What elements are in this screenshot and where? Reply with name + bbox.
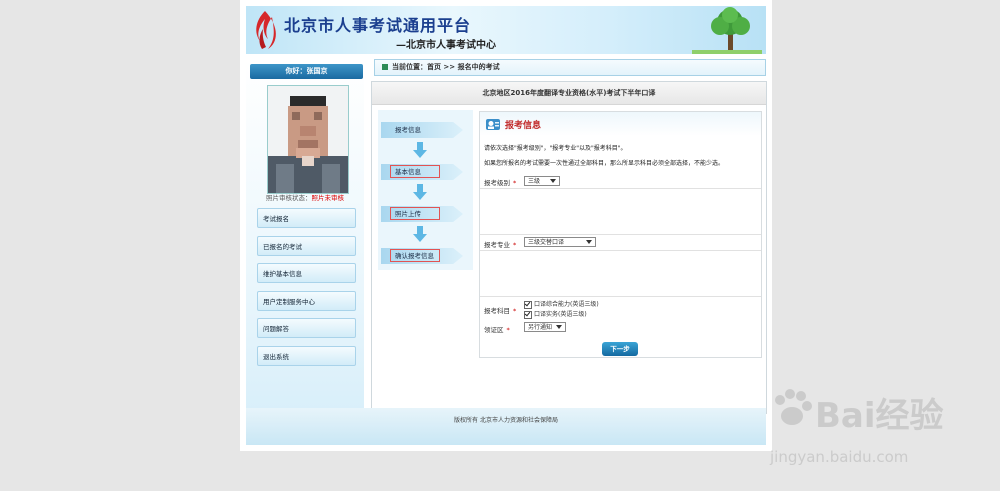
step-photo-upload: 照片上传 xyxy=(381,206,463,222)
exam-title: 北京地区2016年度翻译专业资格(水平)考试下半年口译 xyxy=(372,82,766,105)
breadcrumb: 当前位置：首页 >> 报名中的考试 xyxy=(374,59,766,76)
instruction-text-2: 如果您所报名的考试需要一次性通过全部科目，那么所显示科目必须全部选择，不能少选。 xyxy=(484,160,725,167)
menu-logout[interactable]: 退出系统 xyxy=(257,346,356,366)
watermark: Bai经验 jingyan.baidu.com xyxy=(770,380,995,490)
tree-illustration-icon xyxy=(692,7,762,54)
step-label: 照片上传 xyxy=(395,210,421,218)
step-confirm: 确认报考信息 xyxy=(381,248,463,264)
photo-status: 照片审核状态：照片未审核 xyxy=(266,192,356,202)
checkbox-checked-icon[interactable] xyxy=(524,300,532,309)
watermark-url: jingyan.baidu.com xyxy=(770,448,909,466)
user-photo xyxy=(267,85,349,194)
subject-label: 报考科目 * xyxy=(484,305,516,315)
menu-registered-exams[interactable]: 已报名的考试 xyxy=(257,236,356,256)
photo-status-label: 照片审核状态： xyxy=(266,194,312,202)
step-exam-info: 报考信息 xyxy=(381,122,463,138)
major-select-value: 三级交替口译 xyxy=(528,239,565,246)
site-header: 北京市人事考试通用平台 —北京市人事考试中心 xyxy=(246,6,766,54)
region-select[interactable]: 另行通知 xyxy=(524,322,566,332)
step-label: 基本信息 xyxy=(395,168,421,176)
chevron-down-icon xyxy=(550,179,556,183)
site-subtitle: —北京市人事考试中心 xyxy=(396,40,496,51)
menu-exam-registration[interactable]: 考试报名 xyxy=(257,208,356,228)
subject-option-label: 口译实务(英语三级) xyxy=(534,311,587,318)
major-area xyxy=(480,250,761,297)
step-label: 确认报考信息 xyxy=(395,252,434,260)
level-select-value: 三级 xyxy=(528,178,541,185)
form-title: 报考信息 xyxy=(505,121,542,131)
level-label: 报考级别 * xyxy=(484,177,516,187)
breadcrumb-path[interactable]: 首页 >> 报名中的考试 xyxy=(427,63,500,71)
chevron-down-icon xyxy=(556,325,562,329)
registration-form: 报考信息 请依次选择"报考级别"，"报考专业"以及"报考科目"。 如果您所报名的… xyxy=(479,111,762,358)
breadcrumb-prefix: 当前位置： xyxy=(392,63,427,71)
greeting-bar: 你好：张国京 xyxy=(250,64,363,79)
sidebar: 你好：张国京 照片审核状态：照片未审核 考试报名 已报名的考试 维护基本信息 用… xyxy=(246,60,364,445)
subject-option-label: 口译综合能力(英语三级) xyxy=(534,301,599,308)
arrow-down-icon xyxy=(413,184,427,200)
step-indicator: 报考信息 基本信息 照片上传 确认报考信息 xyxy=(378,110,473,270)
subject-label-text: 报考科目 xyxy=(484,307,510,315)
required-mark: * xyxy=(513,241,517,249)
menu-faq[interactable]: 问题解答 xyxy=(257,318,356,338)
form-header: 报考信息 xyxy=(480,112,761,136)
copyright-text: 版权所有 北京市人力资源和社会保障局 xyxy=(454,417,558,424)
menu-custom-service[interactable]: 用户定制服务中心 xyxy=(257,291,356,311)
region-label: 领证区 * xyxy=(484,324,510,334)
arrow-down-icon xyxy=(413,226,427,242)
user-card-icon xyxy=(486,119,500,130)
major-select[interactable]: 三级交替口译 xyxy=(524,237,596,247)
subject-checkbox-2[interactable]: 口译实务(英语三级) xyxy=(524,309,587,319)
step-label: 报考信息 xyxy=(395,126,421,134)
level-area xyxy=(480,188,761,235)
step-basic-info: 基本信息 xyxy=(381,164,463,180)
major-label: 报考专业 * xyxy=(484,239,516,249)
watermark-brand: Bai经验 xyxy=(815,396,944,436)
checkbox-checked-icon[interactable] xyxy=(524,310,532,319)
region-label-text: 领证区 xyxy=(484,326,504,334)
required-mark: * xyxy=(513,179,517,187)
region-select-value: 另行通知 xyxy=(528,324,553,331)
subject-checkbox-1[interactable]: 口译综合能力(英语三级) xyxy=(524,299,599,309)
paw-logo-icon xyxy=(775,389,812,425)
grid-icon xyxy=(382,64,388,70)
avatar xyxy=(268,86,348,193)
level-label-text: 报考级别 xyxy=(484,179,510,187)
arrow-down-icon xyxy=(413,142,427,158)
major-label-text: 报考专业 xyxy=(484,241,510,249)
flame-logo-icon xyxy=(256,11,276,49)
level-select[interactable]: 三级 xyxy=(524,176,560,186)
instruction-text: 请依次选择"报考级别"，"报考专业"以及"报考科目"。 xyxy=(484,145,627,152)
next-button[interactable]: 下一步 xyxy=(602,342,638,356)
photo-status-value: 照片未审核 xyxy=(311,194,345,202)
required-mark: * xyxy=(513,307,517,315)
site-footer: 版权所有 北京市人力资源和社会保障局 xyxy=(246,408,766,445)
site-title: 北京市人事考试通用平台 xyxy=(284,16,472,35)
chevron-down-icon xyxy=(586,240,592,244)
required-mark: * xyxy=(506,326,510,334)
menu-maintain-info[interactable]: 维护基本信息 xyxy=(257,263,356,283)
